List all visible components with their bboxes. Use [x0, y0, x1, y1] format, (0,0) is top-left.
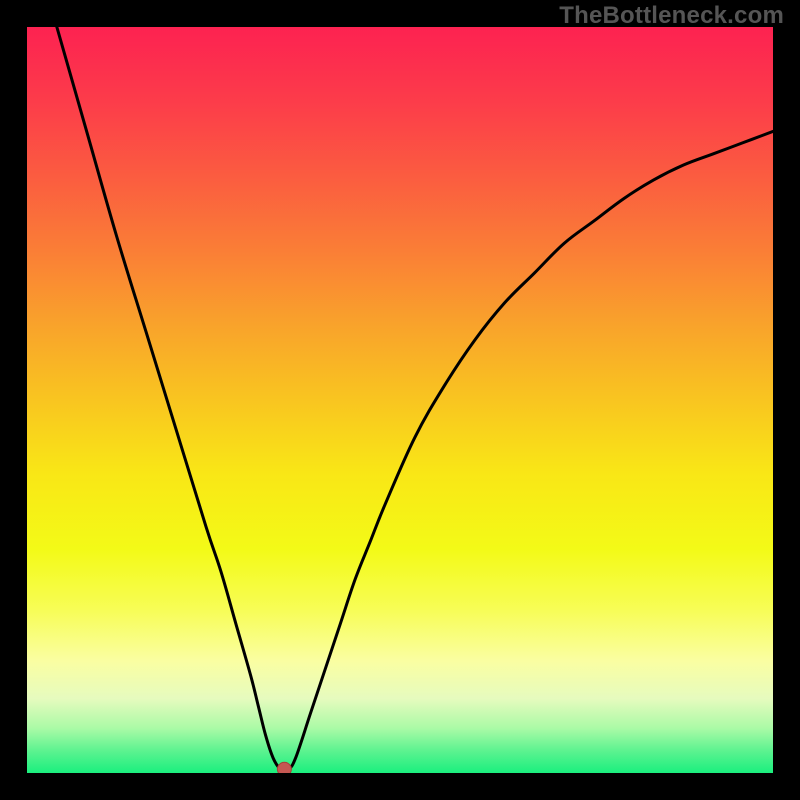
plot-area: [27, 27, 773, 773]
gradient-background: [27, 27, 773, 773]
minimum-dot: [277, 762, 291, 773]
chart-frame: TheBottleneck.com: [0, 0, 800, 800]
watermark-text: TheBottleneck.com: [559, 2, 784, 30]
chart-svg: [27, 27, 773, 773]
